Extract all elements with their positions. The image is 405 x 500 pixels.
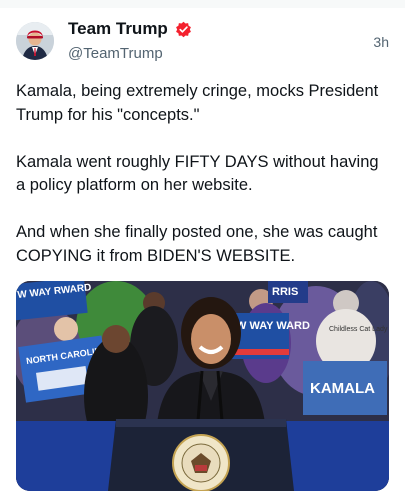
rally-photo: W WAY RWARD RRIS W WAY WARD Childless Ca…: [16, 281, 389, 491]
sign-top-right-text: RRIS: [272, 286, 298, 298]
author-avatar[interactable]: [16, 22, 54, 60]
top-divider: [0, 0, 405, 8]
sign-top-right: RRIS: [268, 281, 308, 303]
verified-badge-icon: [176, 21, 191, 38]
author-handle[interactable]: @TeamTrump: [68, 45, 163, 62]
post-card[interactable]: Team Trump @TeamTrump 3h Kamala, being e…: [0, 0, 405, 500]
post-paragraph: And when she finally posted one, she was…: [16, 223, 378, 265]
post-paragraph: Kamala, being extremely cringe, mocks Pr…: [16, 82, 379, 124]
sign-mid-right-text: W WAY WARD: [236, 320, 310, 332]
sign-kamala-text: KAMALA: [310, 380, 375, 397]
podium: [108, 419, 294, 491]
sign-kamala: KAMALA: [303, 361, 387, 415]
post-timestamp[interactable]: 3h: [373, 34, 389, 50]
profile-photo-icon: [16, 22, 54, 60]
post-image[interactable]: W WAY RWARD RRIS W WAY WARD Childless Ca…: [16, 281, 389, 491]
post-paragraph: Kamala went roughly FIFTY DAYS without h…: [16, 152, 379, 195]
shirt-text: Childless Cat Lady: [329, 326, 388, 333]
author-name[interactable]: Team Trump: [68, 19, 168, 39]
post-body: Kamala, being extremely cringe, mocks Pr…: [16, 80, 391, 292]
